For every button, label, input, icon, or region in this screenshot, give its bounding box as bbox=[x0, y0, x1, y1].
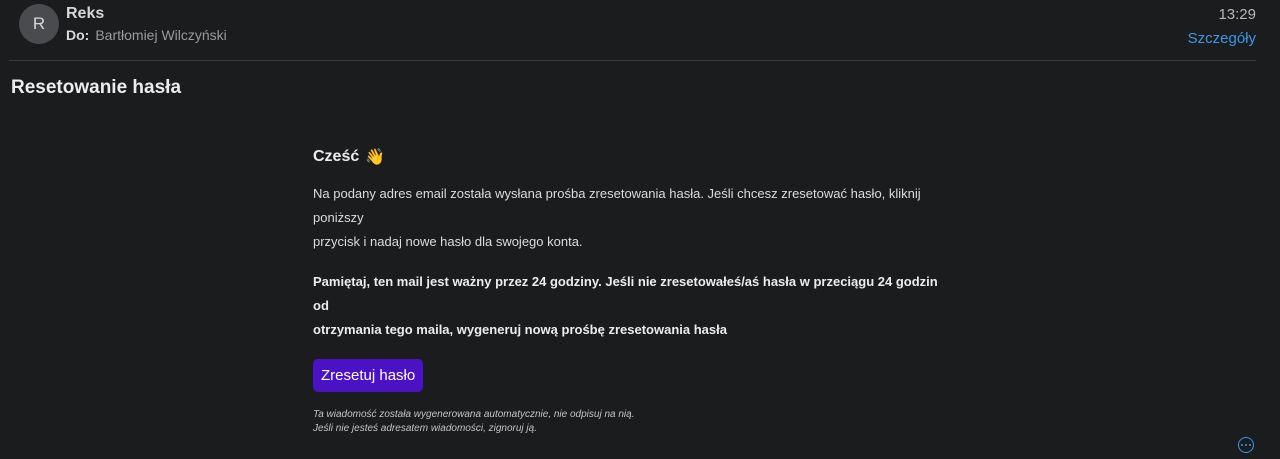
recipient-label: Do: bbox=[66, 27, 90, 43]
dot bbox=[1245, 444, 1247, 446]
warning-paragraph: Pamiętaj, ten mail jest ważny przez 24 g… bbox=[313, 270, 953, 342]
dot bbox=[1249, 444, 1251, 446]
info-paragraph-line: przycisk i nadaj nowe hasło dla swojego … bbox=[313, 234, 583, 249]
recipient-row: Do: Bartłomiej Wilczyński bbox=[66, 27, 227, 43]
recipient-name[interactable]: Bartłomiej Wilczyński bbox=[95, 27, 226, 43]
dot bbox=[1241, 444, 1243, 446]
sender-name[interactable]: Reks bbox=[66, 5, 104, 23]
greeting-text: Cześć bbox=[313, 148, 360, 165]
message-header: R Reks Do: Bartłomiej Wilczyński 13:29 Sz… bbox=[0, 0, 1280, 60]
message-subject: Resetowanie hasła bbox=[11, 77, 182, 98]
details-link[interactable]: Szczegóły bbox=[1188, 30, 1256, 47]
more-options-icon[interactable] bbox=[1238, 437, 1254, 453]
footnote-line: Jeśli nie jesteś adresatem wiadomości, z… bbox=[313, 423, 537, 434]
info-paragraph: Na podany adres email została wysłana pr… bbox=[313, 182, 953, 254]
greeting: Cześć 👋 bbox=[313, 142, 953, 172]
message-time: 13:29 bbox=[1218, 6, 1256, 23]
header-divider bbox=[9, 60, 1256, 61]
sender-avatar[interactable]: R bbox=[19, 4, 59, 44]
footnote: Ta wiadomość została wygenerowana automa… bbox=[313, 408, 953, 436]
footnote-line: Ta wiadomość została wygenerowana automa… bbox=[313, 409, 635, 420]
reset-password-button[interactable]: Zresetuj hasło bbox=[313, 359, 424, 392]
message-body: Cześć 👋 Na podany adres email została wy… bbox=[313, 140, 953, 436]
wave-icon: 👋 bbox=[365, 149, 386, 166]
warning-paragraph-line: otrzymania tego maila, wygeneruj nową pr… bbox=[313, 322, 727, 337]
warning-paragraph-line: Pamiętaj, ten mail jest ważny przez 24 g… bbox=[313, 274, 938, 313]
info-paragraph-line: Na podany adres email została wysłana pr… bbox=[313, 186, 921, 225]
